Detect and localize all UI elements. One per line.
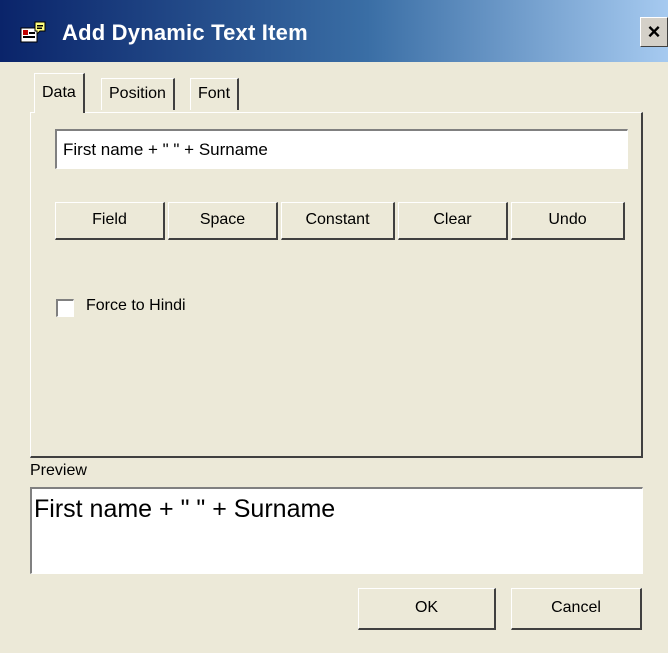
undo-button[interactable]: Undo xyxy=(511,202,625,240)
preview-box: First name + " " + Surname xyxy=(30,487,643,574)
constant-button[interactable]: Constant xyxy=(281,202,395,240)
dialog-window: Add Dynamic Text Item × Data Position Fo… xyxy=(0,0,668,653)
window-title: Add Dynamic Text Item xyxy=(62,20,308,45)
cancel-button-label: Cancel xyxy=(551,599,601,616)
force-hindi-label[interactable]: Force to Hindi xyxy=(86,297,186,315)
close-icon: × xyxy=(647,19,661,44)
preview-label: Preview xyxy=(30,462,87,479)
app-icon xyxy=(20,21,46,43)
field-button[interactable]: Field xyxy=(55,202,165,240)
cancel-button[interactable]: Cancel xyxy=(511,588,642,630)
title-bar[interactable]: Add Dynamic Text Item × xyxy=(0,0,668,62)
force-hindi-checkbox[interactable] xyxy=(56,299,74,317)
tab-position[interactable]: Position xyxy=(101,78,175,110)
constant-button-label: Constant xyxy=(305,211,370,228)
space-button-label: Space xyxy=(199,211,246,228)
tab-font[interactable]: Font xyxy=(190,78,240,110)
preview-text: First name + " " + Surname xyxy=(34,495,336,523)
ok-button-label: OK xyxy=(414,599,439,616)
expression-input[interactable] xyxy=(55,129,628,169)
undo-button-label: Undo xyxy=(548,211,587,228)
tab-data[interactable]: Data xyxy=(34,73,85,113)
space-button[interactable]: Space xyxy=(168,202,278,240)
field-button-label: Field xyxy=(92,211,127,228)
clear-button-label: Clear xyxy=(433,211,472,228)
clear-button[interactable]: Clear xyxy=(398,202,508,240)
ok-button[interactable]: OK xyxy=(358,588,496,630)
close-button[interactable]: × xyxy=(640,17,668,47)
